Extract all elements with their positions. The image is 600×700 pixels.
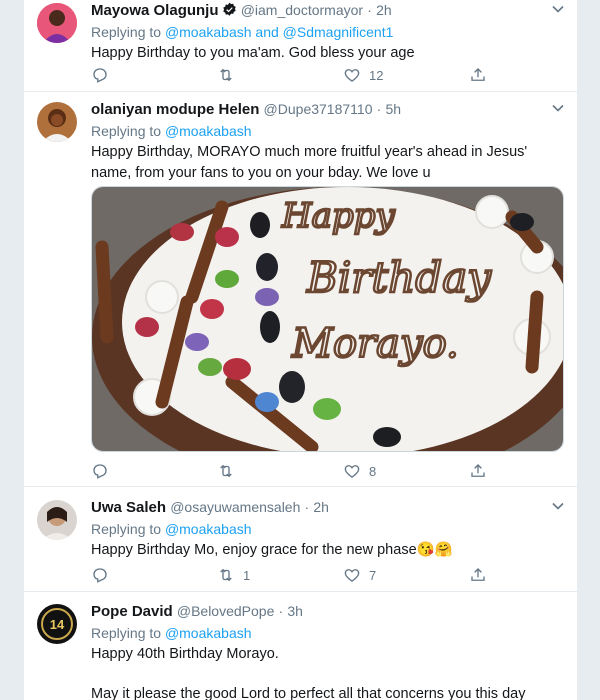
display-name[interactable]: olaniyan modupe Helen — [91, 101, 259, 118]
tweet-text-continued: May it please the good Lord to perfect a… — [91, 686, 526, 700]
tweet-olaniyan[interactable]: olaniyan modupe Helen @Dupe37187110 · 5h… — [24, 92, 577, 487]
mention-link[interactable]: @moakabash — [165, 625, 252, 641]
tweet-image[interactable]: Happy Birthday Morayo. — [91, 186, 564, 452]
mention-link[interactable]: @moakabash — [165, 24, 252, 40]
like-button[interactable]: 7 — [343, 565, 376, 585]
caret-down-icon[interactable] — [551, 2, 565, 16]
tweet-uwa-saleh[interactable]: Uwa Saleh @osayuwamensaleh · 2h Replying… — [24, 487, 577, 592]
retweet-button[interactable] — [217, 461, 235, 481]
display-name[interactable]: Mayowa Olagunju — [91, 2, 219, 19]
like-count: 12 — [369, 67, 384, 83]
svg-text:14: 14 — [50, 617, 65, 632]
tweet-text: Happy Birthday Mo, enjoy grace for the n… — [91, 542, 453, 558]
replying-to: Replying to @moakabash — [91, 521, 252, 537]
timeline-column: Mayowa Olagunju @iam_doctormayor · 2h Re… — [23, 0, 578, 700]
replying-to: Replying to @moakabash — [91, 123, 252, 139]
image-text-birthday: Birthday — [306, 253, 492, 302]
tweet-pope-david[interactable]: 14 Pope David @BelovedPope · 3h Replying… — [24, 592, 577, 700]
replying-to: Replying to @moakabash — [91, 625, 252, 641]
avatar[interactable] — [37, 102, 77, 142]
caret-down-icon[interactable] — [551, 499, 565, 513]
reply-icon — [93, 68, 107, 83]
display-name[interactable]: Pope David — [91, 603, 173, 620]
display-name[interactable]: Uwa Saleh — [91, 499, 166, 516]
tweet-text: Happy 40th Birthday Morayo. — [91, 646, 279, 662]
reply-icon — [93, 568, 107, 583]
handle[interactable]: @osayuwamensaleh — [170, 499, 300, 515]
timestamp[interactable]: 2h — [313, 499, 329, 515]
mention-link[interactable]: @moakabash — [165, 521, 252, 537]
timestamp[interactable]: 2h — [376, 2, 392, 18]
tweet-header: olaniyan modupe Helen @Dupe37187110 · 5h — [91, 99, 565, 119]
retweet-button[interactable]: 1 — [217, 565, 250, 585]
like-count: 8 — [369, 463, 377, 479]
avatar[interactable]: 14 — [37, 604, 77, 644]
share-button[interactable] — [469, 65, 487, 85]
share-button[interactable] — [469, 565, 487, 585]
separator-dot: · — [376, 101, 382, 117]
timestamp[interactable]: 3h — [287, 603, 303, 619]
separator-dot: · — [304, 499, 310, 515]
tweet-text: Happy Birthday, MORAYO much more fruitfu… — [91, 144, 528, 181]
reply-icon — [93, 464, 107, 479]
like-icon — [344, 465, 360, 478]
retweet-button[interactable] — [217, 65, 235, 85]
like-icon — [344, 569, 360, 582]
separator-dot: · — [367, 2, 372, 18]
handle[interactable]: @Dupe37187110 — [264, 101, 373, 117]
image-text-happy: Happy — [281, 196, 395, 236]
like-count: 7 — [369, 567, 377, 583]
like-icon — [344, 69, 360, 82]
retweet-icon — [220, 568, 232, 582]
avatar[interactable] — [37, 500, 77, 540]
tweet-text: Happy Birthday to you ma'am. God bless y… — [91, 45, 415, 61]
handle[interactable]: @BelovedPope — [177, 603, 275, 619]
handle[interactable]: @iam_doctormayor — [241, 2, 363, 18]
retweet-count: 1 — [243, 567, 251, 583]
mention-and[interactable]: and — [255, 24, 278, 40]
avatar[interactable] — [37, 3, 77, 43]
share-icon — [471, 464, 485, 477]
share-icon — [471, 68, 485, 81]
mention-link[interactable]: @moakabash — [165, 123, 252, 139]
tweet-actions: 12 — [91, 65, 511, 85]
tweet-actions: 1 7 — [91, 565, 511, 585]
timestamp[interactable]: 5h — [386, 101, 402, 117]
caret-down-icon[interactable] — [551, 101, 565, 115]
retweet-icon — [220, 464, 232, 478]
like-button[interactable]: 12 — [343, 65, 383, 85]
retweet-icon — [220, 68, 232, 82]
tweet-header: Uwa Saleh @osayuwamensaleh · 2h — [91, 497, 565, 517]
separator-dot: · — [278, 603, 284, 619]
mention-link[interactable]: @Sdmagnificent1 — [283, 24, 394, 40]
share-icon — [471, 568, 485, 581]
tweet-header: Mayowa Olagunju @iam_doctormayor · 2h — [91, 0, 565, 20]
tweet-actions: 8 — [91, 461, 511, 481]
tweet-header: Pope David @BelovedPope · 3h — [91, 601, 565, 621]
tweet-mayowa[interactable]: Mayowa Olagunju @iam_doctormayor · 2h Re… — [24, 0, 577, 92]
replying-to: Replying to @moakabash and @Sdmagnificen… — [91, 24, 394, 40]
reply-button[interactable] — [91, 461, 109, 481]
verified-icon — [222, 2, 237, 17]
share-button[interactable] — [469, 461, 487, 481]
image-text-morayo: Morayo. — [291, 321, 459, 367]
reply-button[interactable] — [91, 65, 109, 85]
like-button[interactable]: 8 — [343, 461, 376, 481]
reply-button[interactable] — [91, 565, 109, 585]
